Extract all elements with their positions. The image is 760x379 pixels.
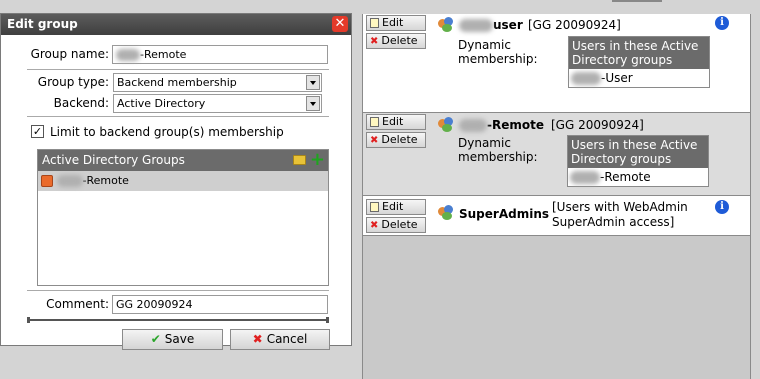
divider — [27, 116, 329, 117]
dynamic-membership-box: Users in these Active Directory groups -… — [567, 135, 709, 187]
divider — [27, 69, 329, 70]
info-icon[interactable]: i — [715, 16, 729, 30]
dialog-title: Edit group — [7, 17, 78, 31]
info-icon[interactable]: i — [715, 200, 729, 214]
dynamic-membership-label: Dynamic membership: — [458, 136, 538, 164]
add-icon[interactable]: + — [310, 151, 325, 169]
delete-button[interactable]: ✖ Delete — [366, 217, 426, 233]
group-name: SuperAdmins — [459, 207, 550, 221]
group-name: -Remote — [459, 118, 544, 132]
group-comment: [GG 20090924] — [528, 18, 621, 32]
group-list-panel: Edit ✖ Delete user [GG 20090924] i Dynami… — [362, 14, 751, 379]
chevron-down-icon[interactable] — [306, 96, 320, 111]
limit-membership-checkbox[interactable]: ✓ — [31, 125, 44, 138]
dynamic-membership-label: Dynamic membership: — [458, 38, 538, 66]
edit-button[interactable]: Edit — [366, 199, 426, 215]
divider — [27, 290, 329, 291]
comment-input[interactable]: GG 20090924 — [112, 295, 328, 314]
backend-label: Backend: — [53, 96, 109, 110]
group-entry: Edit ✖ Delete user [GG 20090924] i Dynami… — [363, 14, 750, 113]
dynamic-membership-header: Users in these Active Directory groups — [568, 136, 708, 168]
dialog-title-bar[interactable]: Edit group ✕ — [1, 14, 351, 35]
redacted-text — [116, 49, 140, 61]
close-icon[interactable]: ✕ — [332, 16, 348, 32]
redacted-text — [459, 119, 487, 132]
list-item: -Remote — [568, 168, 708, 186]
group-name: user — [459, 18, 523, 32]
group-comment: [GG 20090924] — [551, 118, 644, 132]
chevron-down-icon[interactable] — [306, 75, 320, 90]
cancel-button[interactable]: ✖ Cancel — [230, 329, 330, 350]
redacted-text — [56, 175, 83, 187]
resize-handle[interactable] — [27, 317, 329, 323]
group-name-label: Group name: — [30, 47, 109, 61]
redacted-text — [570, 171, 600, 184]
group-icon — [41, 175, 53, 187]
group-type-label: Group type: — [37, 75, 109, 89]
backend-select[interactable]: Active Directory — [113, 94, 322, 113]
users-icon — [438, 205, 455, 221]
edit-button[interactable]: Edit — [366, 114, 426, 130]
limit-membership-label: Limit to backend group(s) membership — [50, 125, 284, 139]
ad-groups-list: Active Directory Groups + -Remote — [37, 149, 329, 286]
group-name-input[interactable]: -Remote — [112, 45, 328, 64]
scroll-edge — [612, 0, 662, 2]
delete-button[interactable]: ✖ Delete — [366, 33, 426, 49]
folder-icon[interactable] — [293, 155, 306, 165]
delete-icon: ✖ — [370, 220, 379, 231]
edit-icon — [370, 117, 379, 127]
redacted-text — [459, 19, 493, 32]
save-button[interactable]: ✔ Save — [122, 329, 223, 350]
edit-button[interactable]: Edit — [366, 15, 426, 31]
delete-icon: ✖ — [370, 36, 379, 47]
delete-button[interactable]: ✖ Delete — [366, 132, 426, 148]
ad-groups-header: Active Directory Groups + — [38, 150, 328, 171]
checkmark-icon: ✔ — [150, 332, 161, 346]
dynamic-membership-header: Users in these Active Directory groups — [569, 37, 709, 69]
edit-icon — [370, 202, 379, 212]
group-comment: [Users with WebAdmin SuperAdmin access] — [552, 200, 688, 229]
dynamic-membership-box: Users in these Active Directory groups -… — [568, 36, 710, 88]
redacted-text — [571, 72, 601, 85]
users-icon — [438, 17, 455, 33]
list-item: -User — [569, 69, 709, 87]
group-entry: Edit ✖ Delete -Remote [GG 20090924] Dynam… — [363, 113, 750, 196]
edit-icon — [370, 18, 379, 28]
group-type-select[interactable]: Backend membership — [113, 73, 322, 92]
comment-label: Comment: — [46, 297, 109, 311]
cancel-icon: ✖ — [252, 332, 263, 346]
group-entry: Edit ✖ Delete SuperAdmins [Users with Web… — [363, 196, 750, 236]
users-icon — [438, 117, 455, 133]
delete-icon: ✖ — [370, 135, 379, 146]
list-item[interactable]: -Remote — [38, 171, 328, 191]
edit-group-dialog: Edit group ✕ Group name: -Remote Group t… — [0, 13, 352, 350]
